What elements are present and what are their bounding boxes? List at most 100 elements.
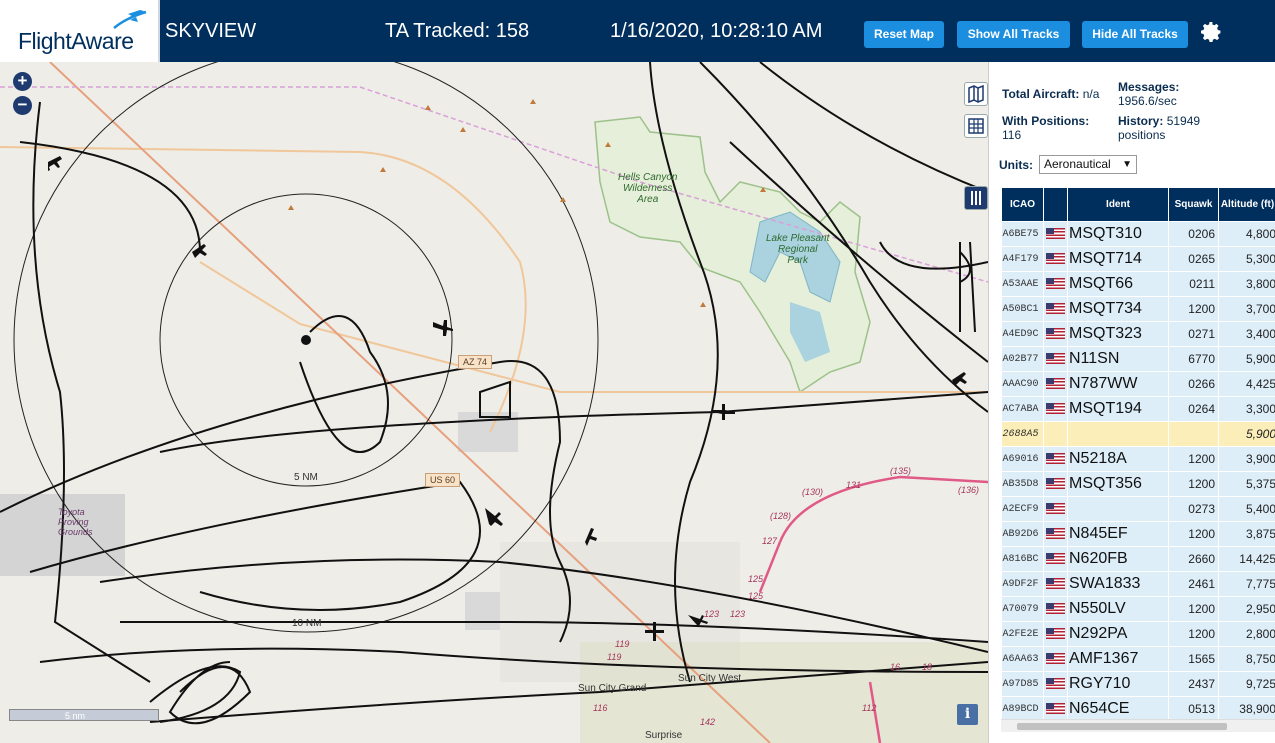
table-row[interactable]: A816BC N620FB 2660 14,425 — [1001, 546, 1275, 572]
flag-cell — [1043, 621, 1068, 647]
reset-map-button[interactable]: Reset Map — [864, 21, 944, 48]
units-select[interactable]: Aeronautical ▼ — [1039, 155, 1137, 174]
us-flag-icon — [1046, 578, 1065, 590]
flag-cell — [1043, 296, 1068, 322]
us-flag-icon — [1046, 403, 1065, 415]
map-layers-button[interactable] — [964, 82, 988, 106]
table-row[interactable]: AB35D8 MSQT356 1200 5,375 — [1001, 471, 1275, 497]
col-header-ident[interactable]: Ident — [1067, 187, 1169, 222]
icao-cell: A816BC — [1001, 546, 1044, 572]
col-header-flag[interactable] — [1043, 187, 1068, 222]
icao-cell: A53AAE — [1001, 271, 1044, 297]
plane-logo-icon — [113, 10, 147, 29]
road-number: 125 — [748, 574, 764, 584]
table-row[interactable]: AC7ABA MSQT194 0264 3,300 — [1001, 396, 1275, 422]
us-flag-icon — [1046, 703, 1065, 715]
clock-datetime: 1/16/2020, 10:28:10 AM — [610, 20, 823, 42]
squawk-cell: 0271 — [1168, 321, 1219, 347]
altitude-cell: 7,775 — [1218, 571, 1275, 597]
map-canvas[interactable] — [0, 62, 988, 743]
road-number: (130) — [802, 487, 824, 497]
zoom-out-button[interactable]: − — [13, 96, 32, 115]
squawk-cell: 2660 — [1168, 546, 1219, 572]
table-row[interactable]: A4ED9C MSQT323 0271 3,400 — [1001, 321, 1275, 347]
table-row[interactable]: A2FE2E N292PA 1200 2,800 — [1001, 621, 1275, 647]
road-number: 123 — [704, 609, 720, 619]
top-bar: FlightAware SKYVIEW TA Tracked: 158 1/16… — [0, 0, 1275, 62]
table-horizontal-scrollbar[interactable] — [1001, 719, 1275, 732]
table-row[interactable]: A50BC1 MSQT734 1200 3,700 — [1001, 296, 1275, 322]
road-loop — [758, 541, 782, 593]
flag-cell — [1043, 546, 1068, 572]
us-flag-icon — [1046, 603, 1065, 615]
route-shield-az74: AZ 74 — [458, 355, 493, 369]
table-row[interactable]: AB92D6 N845EF 1200 3,875 — [1001, 521, 1275, 547]
squawk-cell: 1200 — [1168, 471, 1219, 497]
flightaware-logo[interactable]: FlightAware — [0, 0, 160, 62]
us-flag-icon — [1046, 478, 1065, 490]
flag-cell — [1043, 696, 1068, 722]
flag-cell — [1043, 446, 1068, 472]
show-all-tracks-button[interactable]: Show All Tracks — [957, 21, 1070, 48]
squawk-cell: 0206 — [1168, 221, 1219, 247]
flag-cell — [1043, 471, 1068, 497]
squawk-cell: 1565 — [1168, 646, 1219, 672]
altitude-cell: 3,900 — [1218, 446, 1275, 472]
ident-cell: MSQT66 — [1067, 271, 1169, 297]
aircraft-table: ICAO Ident Squawk Altitude (ft) A6BE75 MS… — [1001, 187, 1275, 722]
icao-cell: A4F179 — [1001, 246, 1044, 272]
us-flag-icon — [1046, 678, 1065, 690]
col-header-altitude[interactable]: Altitude (ft) — [1218, 187, 1275, 222]
table-row[interactable]: A2ECF9 0273 5,400 — [1001, 496, 1275, 522]
road-number: 131 — [846, 480, 862, 490]
table-row[interactable]: A53AAE MSQT66 0211 3,800 — [1001, 271, 1275, 297]
map-view[interactable]: + − AZ 74 US 60 5 NM 10 NM Hells Canyon … — [0, 62, 988, 743]
table-row[interactable]: 2688A5 5,900 — [1001, 421, 1275, 447]
scrollbar-thumb[interactable] — [1017, 723, 1227, 730]
ident-cell: N5218A — [1067, 446, 1169, 472]
icao-cell: A70079 — [1001, 596, 1044, 622]
squawk-cell: 2437 — [1168, 671, 1219, 697]
sidebar-toggle-button[interactable] — [964, 186, 988, 210]
info-button[interactable]: i — [957, 704, 978, 725]
squawk-cell: 0264 — [1168, 396, 1219, 422]
flag-cell — [1043, 346, 1068, 372]
us-flag-icon — [1046, 328, 1065, 340]
icao-cell: AB92D6 — [1001, 521, 1044, 547]
col-header-icao[interactable]: ICAO — [1001, 187, 1044, 222]
table-row[interactable]: A9DF2F SWA1833 2461 7,775 — [1001, 571, 1275, 597]
table-row[interactable]: A89BCD N654CE 0513 38,900 — [1001, 696, 1275, 722]
col-header-squawk[interactable]: Squawk — [1168, 187, 1219, 222]
altitude-cell: 3,700 — [1218, 296, 1275, 322]
road-number: 119 — [607, 652, 622, 662]
aircraft-icon — [952, 372, 967, 386]
table-row[interactable]: A4F179 MSQT714 0265 5,300 — [1001, 246, 1275, 272]
road-number: 123 — [730, 609, 746, 619]
table-row[interactable]: A02B77 N11SN 6770 5,900 — [1001, 346, 1275, 372]
us-flag-icon — [1046, 228, 1065, 240]
altitude-cell: 5,900 — [1218, 421, 1275, 447]
route-shield-us60: US 60 — [425, 473, 461, 487]
zoom-in-button[interactable]: + — [13, 72, 32, 91]
table-row[interactable]: A6BE75 MSQT310 0206 4,800 — [1001, 221, 1275, 247]
ident-cell — [1067, 421, 1169, 447]
icao-cell: A97D85 — [1001, 671, 1044, 697]
range-label-10nm: 10 NM — [292, 618, 322, 629]
table-row[interactable]: AAAC90 N787WW 0266 4,425 — [1001, 371, 1275, 397]
grid-toggle-button[interactable] — [964, 114, 988, 138]
ident-cell: MSQT714 — [1067, 246, 1169, 272]
ident-cell: SWA1833 — [1067, 571, 1169, 597]
chevron-down-icon: ▼ — [1122, 159, 1132, 170]
with-positions-value: 116 — [1002, 128, 1022, 142]
gear-icon[interactable] — [1199, 20, 1223, 44]
altitude-cell: 4,800 — [1218, 221, 1275, 247]
hide-all-tracks-button[interactable]: Hide All Tracks — [1082, 21, 1188, 48]
table-row[interactable]: A97D85 RGY710 2437 9,725 — [1001, 671, 1275, 697]
table-row[interactable]: A70079 N550LV 1200 2,950 — [1001, 596, 1275, 622]
altitude-cell: 8,750 — [1218, 646, 1275, 672]
road-number: (136) — [958, 485, 980, 495]
table-row[interactable]: A69016 N5218A 1200 3,900 — [1001, 446, 1275, 472]
table-row[interactable]: A6AA63 AMF1367 1565 8,750 — [1001, 646, 1275, 672]
ident-cell: MSQT310 — [1067, 221, 1169, 247]
map-icon — [968, 84, 984, 104]
